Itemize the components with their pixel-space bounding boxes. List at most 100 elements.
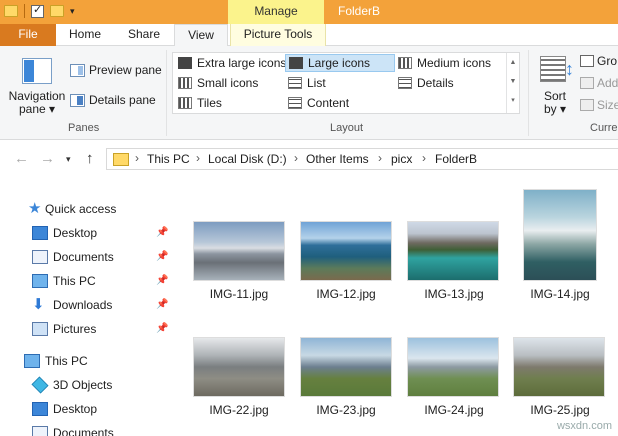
navigation-pane-icon[interactable] — [22, 58, 52, 84]
details-pane-label: Details pane — [89, 93, 156, 107]
sort-by-button[interactable]: Sort by ▾ — [538, 90, 566, 116]
image-thumbnail — [408, 338, 498, 396]
add-columns-label: Add — [597, 76, 618, 90]
medium-icons-icon — [398, 57, 412, 69]
nav-item-desktop[interactable]: Desktop 📌 — [0, 222, 170, 244]
desktop-icon — [32, 402, 48, 416]
layout-details[interactable]: Details — [395, 74, 457, 92]
file-name: IMG-11.jpg — [209, 287, 269, 301]
large-icons-icon — [289, 57, 303, 69]
nav-item-quick-access[interactable]: Quick access — [0, 198, 170, 220]
file-name: IMG-23.jpg — [316, 403, 376, 417]
nav-item-this-pc-pinned[interactable]: This PC 📌 — [0, 270, 170, 292]
layout-large-icons[interactable]: Large icons — [285, 54, 395, 72]
layout-tiles[interactable]: Tiles — [175, 94, 225, 112]
pin-icon[interactable]: 📌 — [156, 299, 168, 310]
recent-locations-chevron-icon[interactable]: ▾ — [66, 154, 71, 165]
chevron-right-icon[interactable]: › — [422, 151, 426, 165]
preview-pane-icon — [70, 63, 85, 77]
file-name: IMG-12.jpg — [316, 287, 376, 301]
pin-icon[interactable]: 📌 — [156, 251, 168, 262]
tab-file[interactable]: File — [0, 24, 56, 46]
file-name: IMG-14.jpg — [530, 287, 590, 301]
nav-item-downloads[interactable]: Downloads 📌 — [0, 294, 170, 316]
nav-item-pc-desktop[interactable]: Desktop — [0, 398, 170, 420]
layout-scroll-buttons[interactable]: ▲ ▼ ▾ — [506, 53, 519, 113]
new-folder-icon[interactable] — [50, 5, 64, 17]
pictures-icon — [32, 322, 48, 336]
tab-home[interactable]: Home — [56, 24, 114, 46]
sort-by-icon[interactable] — [540, 56, 566, 82]
navigation-pane-button[interactable]: Navigation pane ▾ — [8, 90, 66, 116]
forward-arrow-icon[interactable]: → — [40, 150, 55, 167]
nav-item-3d-objects[interactable]: 3D Objects — [0, 374, 170, 396]
nav-item-documents[interactable]: Documents 📌 — [0, 246, 170, 268]
image-thumbnail — [194, 338, 284, 396]
manage-context-tab[interactable]: Manage — [228, 0, 324, 24]
divider — [528, 50, 529, 136]
file-list: IMG-11.jpg IMG-12.jpg IMG-13.jpg IMG-14.… — [170, 186, 618, 436]
ribbon: Navigation pane ▾ Preview pane Details p… — [0, 46, 618, 140]
breadcrumb-this-pc[interactable]: This PC — [147, 152, 190, 166]
quick-access-toolbar: ▾ — [4, 3, 75, 18]
size-columns-button[interactable]: Size — [580, 98, 618, 112]
add-columns-button[interactable]: Add — [580, 76, 618, 90]
cube-icon — [31, 376, 49, 394]
layout-small-icons[interactable]: Small icons — [175, 74, 261, 92]
pin-icon[interactable]: 📌 — [156, 323, 168, 334]
breadcrumb-picx[interactable]: picx — [391, 152, 412, 166]
folder-icon — [113, 153, 129, 166]
layout-list[interactable]: List — [285, 74, 329, 92]
layout-extra-large-icons[interactable]: Extra large icons — [175, 54, 289, 72]
details-pane-icon — [70, 93, 85, 107]
download-icon — [32, 295, 48, 313]
tab-view[interactable]: View — [174, 24, 228, 47]
nav-label: Quick access — [45, 202, 117, 216]
tab-share[interactable]: Share — [114, 24, 174, 46]
breadcrumb-folderb[interactable]: FolderB — [435, 152, 477, 166]
back-arrow-icon[interactable]: ← — [14, 150, 29, 167]
details-pane-button[interactable]: Details pane — [70, 91, 156, 109]
layout-label: Tiles — [197, 96, 222, 110]
tab-picture-tools[interactable]: Picture Tools — [230, 24, 326, 46]
extra-large-icons-icon — [178, 57, 192, 69]
up-arrow-icon[interactable]: ↑ — [86, 150, 94, 167]
window-title: FolderB — [338, 4, 381, 18]
nav-item-pc-documents[interactable]: Documents — [0, 422, 170, 436]
group-by-icon — [580, 55, 594, 67]
chevron-right-icon[interactable]: › — [378, 151, 382, 165]
breadcrumb-other-items[interactable]: Other Items — [306, 152, 369, 166]
layout-label: Content — [307, 96, 350, 110]
properties-icon[interactable] — [31, 3, 44, 18]
breadcrumb-local-disk[interactable]: Local Disk (D:) — [208, 152, 287, 166]
documents-icon — [32, 426, 48, 436]
preview-pane-button[interactable]: Preview pane — [70, 61, 162, 79]
image-thumbnail — [408, 222, 498, 280]
chevron-right-icon[interactable]: › — [196, 151, 200, 165]
chevron-right-icon[interactable]: › — [294, 151, 298, 165]
folder-icon — [4, 5, 18, 17]
file-name: IMG-24.jpg — [424, 403, 484, 417]
nav-label: 3D Objects — [53, 378, 113, 392]
nav-item-pictures[interactable]: Pictures 📌 — [0, 318, 170, 340]
address-toolbar: ← → ▾ ↑ › This PC › Local Disk (D:) › Ot… — [0, 140, 618, 178]
panes-group-label: Panes — [68, 122, 100, 134]
nav-label: Documents — [53, 250, 114, 264]
layout-medium-icons[interactable]: Medium icons — [395, 54, 494, 72]
group-by-button[interactable]: Gro — [580, 54, 617, 68]
chevron-right-icon[interactable]: › — [135, 151, 139, 165]
address-bar[interactable]: › This PC › Local Disk (D:) › Other Item… — [106, 148, 618, 170]
pin-icon[interactable]: 📌 — [156, 227, 168, 238]
file-name: IMG-13.jpg — [424, 287, 484, 301]
layout-content[interactable]: Content — [285, 94, 352, 112]
nav-item-this-pc[interactable]: This PC — [0, 350, 170, 372]
tiles-icon — [178, 97, 192, 109]
pin-icon[interactable]: 📌 — [156, 275, 168, 286]
image-thumbnail — [514, 338, 604, 396]
list-icon — [288, 77, 302, 89]
image-thumbnail — [301, 338, 391, 396]
layout-gallery: Extra large icons Large icons Medium ico… — [172, 52, 520, 114]
ribbon-tabs: File Home Share View Picture Tools — [0, 24, 618, 47]
customize-dropdown-icon[interactable]: ▾ — [70, 6, 75, 17]
image-thumbnail — [194, 222, 284, 280]
